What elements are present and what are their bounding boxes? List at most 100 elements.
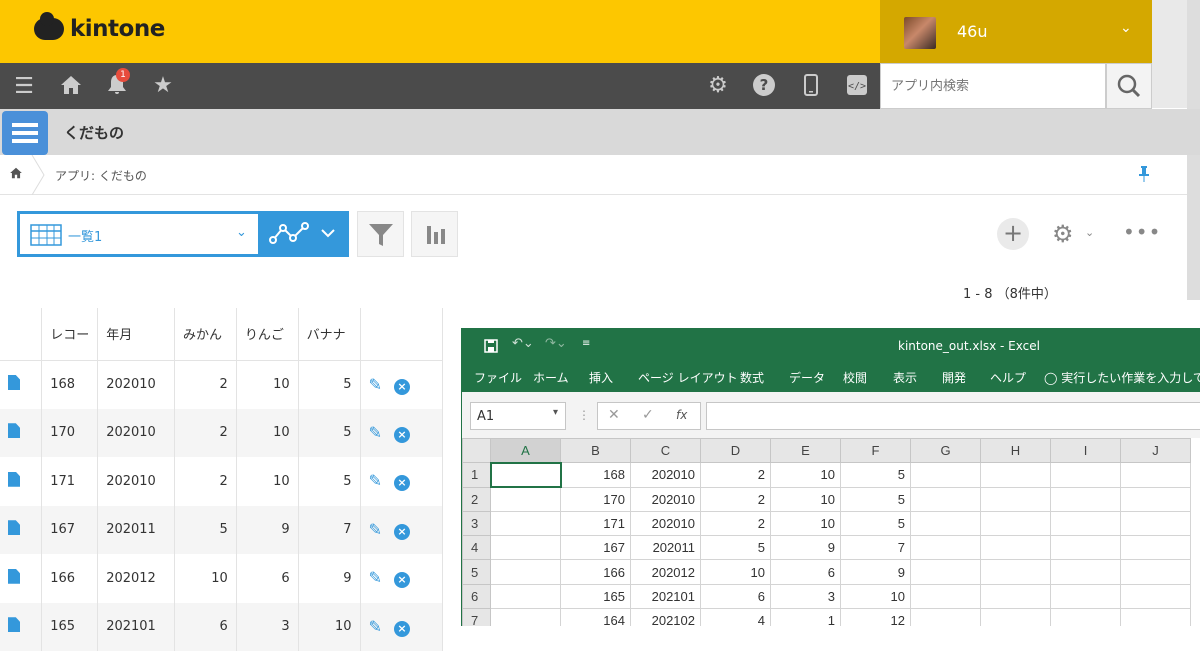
breadcrumb-app[interactable]: アプリ: くだもの: [55, 167, 147, 184]
pencil-icon[interactable]: ✎: [369, 471, 382, 490]
sheet-cell[interactable]: [1121, 463, 1191, 487]
sheet-cell[interactable]: [911, 463, 981, 487]
column-letter[interactable]: C: [631, 439, 701, 463]
sheet-cell[interactable]: [1121, 560, 1191, 584]
sheet-cell[interactable]: 202102: [631, 609, 701, 626]
sheet-cell[interactable]: 165: [561, 584, 631, 608]
sheet-cell[interactable]: [1051, 487, 1121, 511]
sheet-cell[interactable]: [491, 560, 561, 584]
sheet-cell[interactable]: 2: [701, 463, 771, 487]
pencil-icon[interactable]: ✎: [369, 423, 382, 442]
sheet-cell[interactable]: [1121, 487, 1191, 511]
star-icon[interactable]: ★: [150, 73, 176, 99]
pencil-icon[interactable]: ✎: [369, 617, 382, 636]
row-number[interactable]: 4: [463, 536, 491, 560]
sheet-cell[interactable]: 168: [561, 463, 631, 487]
sheet-cell[interactable]: [981, 487, 1051, 511]
pin-icon[interactable]: [1138, 166, 1150, 186]
undo-icon[interactable]: ↶⌄: [512, 336, 534, 351]
ribbon-tab-file[interactable]: ファイル: [474, 369, 522, 386]
sheet-cell[interactable]: [491, 511, 561, 535]
enter-icon[interactable]: ✓: [642, 407, 654, 423]
column-header[interactable]: りんご: [236, 308, 298, 360]
sheet-cell[interactable]: [1051, 560, 1121, 584]
delete-icon[interactable]: ×: [394, 475, 410, 491]
search-input[interactable]: [881, 64, 1081, 108]
row-number[interactable]: 7: [463, 609, 491, 626]
delete-icon[interactable]: ×: [394, 524, 410, 540]
column-header[interactable]: レコー: [42, 308, 98, 360]
sheet-cell[interactable]: 4: [701, 609, 771, 626]
column-letter[interactable]: D: [701, 439, 771, 463]
sheet-cell[interactable]: [1051, 511, 1121, 535]
sheet-cell[interactable]: 9: [841, 560, 911, 584]
delete-icon[interactable]: ×: [394, 379, 410, 395]
document-icon[interactable]: [8, 617, 20, 632]
customize-toolbar-icon[interactable]: ≡: [582, 338, 590, 349]
record-detail-cell[interactable]: [0, 457, 42, 506]
gear-icon[interactable]: ⚙: [705, 73, 731, 99]
sheet-cell[interactable]: [911, 584, 981, 608]
column-letter[interactable]: F: [841, 439, 911, 463]
chart-button[interactable]: [411, 211, 458, 257]
search-button[interactable]: [1106, 63, 1152, 109]
document-icon[interactable]: [8, 569, 20, 584]
ribbon-tab-view[interactable]: 表示: [893, 369, 917, 386]
sheet-cell[interactable]: [911, 487, 981, 511]
sheet-cell[interactable]: [491, 487, 561, 511]
document-icon[interactable]: [8, 375, 20, 390]
sheet-cell[interactable]: [911, 609, 981, 626]
sheet-cell[interactable]: 5: [841, 511, 911, 535]
sheet-cell[interactable]: 202011: [631, 536, 701, 560]
sheet-cell[interactable]: 167: [561, 536, 631, 560]
sheet-cell[interactable]: [1121, 584, 1191, 608]
sheet-cell[interactable]: 2: [701, 487, 771, 511]
sheet-cell[interactable]: 10: [771, 487, 841, 511]
sheet-cell[interactable]: 5: [841, 487, 911, 511]
gear-icon[interactable]: ⚙: [1052, 220, 1074, 248]
sheet-cell[interactable]: 164: [561, 609, 631, 626]
sheet-cell[interactable]: [981, 609, 1051, 626]
column-letter[interactable]: I: [1051, 439, 1121, 463]
sheet-cell[interactable]: [1051, 536, 1121, 560]
ribbon-tab-insert[interactable]: 挿入: [589, 369, 613, 386]
sheet-cell[interactable]: 202101: [631, 584, 701, 608]
delete-icon[interactable]: ×: [394, 427, 410, 443]
save-icon[interactable]: [484, 339, 498, 353]
sheet-cell[interactable]: [1121, 511, 1191, 535]
document-icon[interactable]: [8, 520, 20, 535]
sheet-cell[interactable]: [491, 536, 561, 560]
sheet-cell[interactable]: 202012: [631, 560, 701, 584]
menu-icon[interactable]: ☰: [11, 74, 37, 100]
sheet-cell[interactable]: 202010: [631, 511, 701, 535]
sheet-cell[interactable]: [1051, 584, 1121, 608]
ribbon-tab-home[interactable]: ホーム: [533, 369, 569, 386]
sheet-cell[interactable]: [491, 584, 561, 608]
sheet-cell[interactable]: 1: [771, 609, 841, 626]
sheet-cell[interactable]: [981, 463, 1051, 487]
sheet-cell[interactable]: 5: [841, 463, 911, 487]
graph-view-button[interactable]: [261, 211, 349, 257]
ribbon-tab-formulas[interactable]: 数式: [740, 369, 764, 386]
row-number[interactable]: 5: [463, 560, 491, 584]
ribbon-tab-data[interactable]: データ: [789, 369, 825, 386]
sheet-cell[interactable]: [1121, 536, 1191, 560]
column-letter[interactable]: J: [1121, 439, 1191, 463]
row-number[interactable]: 3: [463, 511, 491, 535]
delete-icon[interactable]: ×: [394, 572, 410, 588]
sheet-cell[interactable]: [981, 536, 1051, 560]
document-icon[interactable]: [8, 472, 20, 487]
column-header[interactable]: 年月: [98, 308, 175, 360]
home-icon[interactable]: [9, 166, 23, 184]
sheet-cell[interactable]: [491, 463, 561, 487]
column-letter[interactable]: E: [771, 439, 841, 463]
sheet-cell[interactable]: [911, 536, 981, 560]
row-number[interactable]: 1: [463, 463, 491, 487]
sheet-cell[interactable]: 166: [561, 560, 631, 584]
sheet-cell[interactable]: 6: [701, 584, 771, 608]
column-header[interactable]: みかん: [174, 308, 236, 360]
cancel-icon[interactable]: ✕: [608, 407, 620, 423]
app-list-icon[interactable]: [2, 111, 48, 155]
pencil-icon[interactable]: ✎: [369, 520, 382, 539]
mobile-icon[interactable]: [798, 73, 824, 99]
